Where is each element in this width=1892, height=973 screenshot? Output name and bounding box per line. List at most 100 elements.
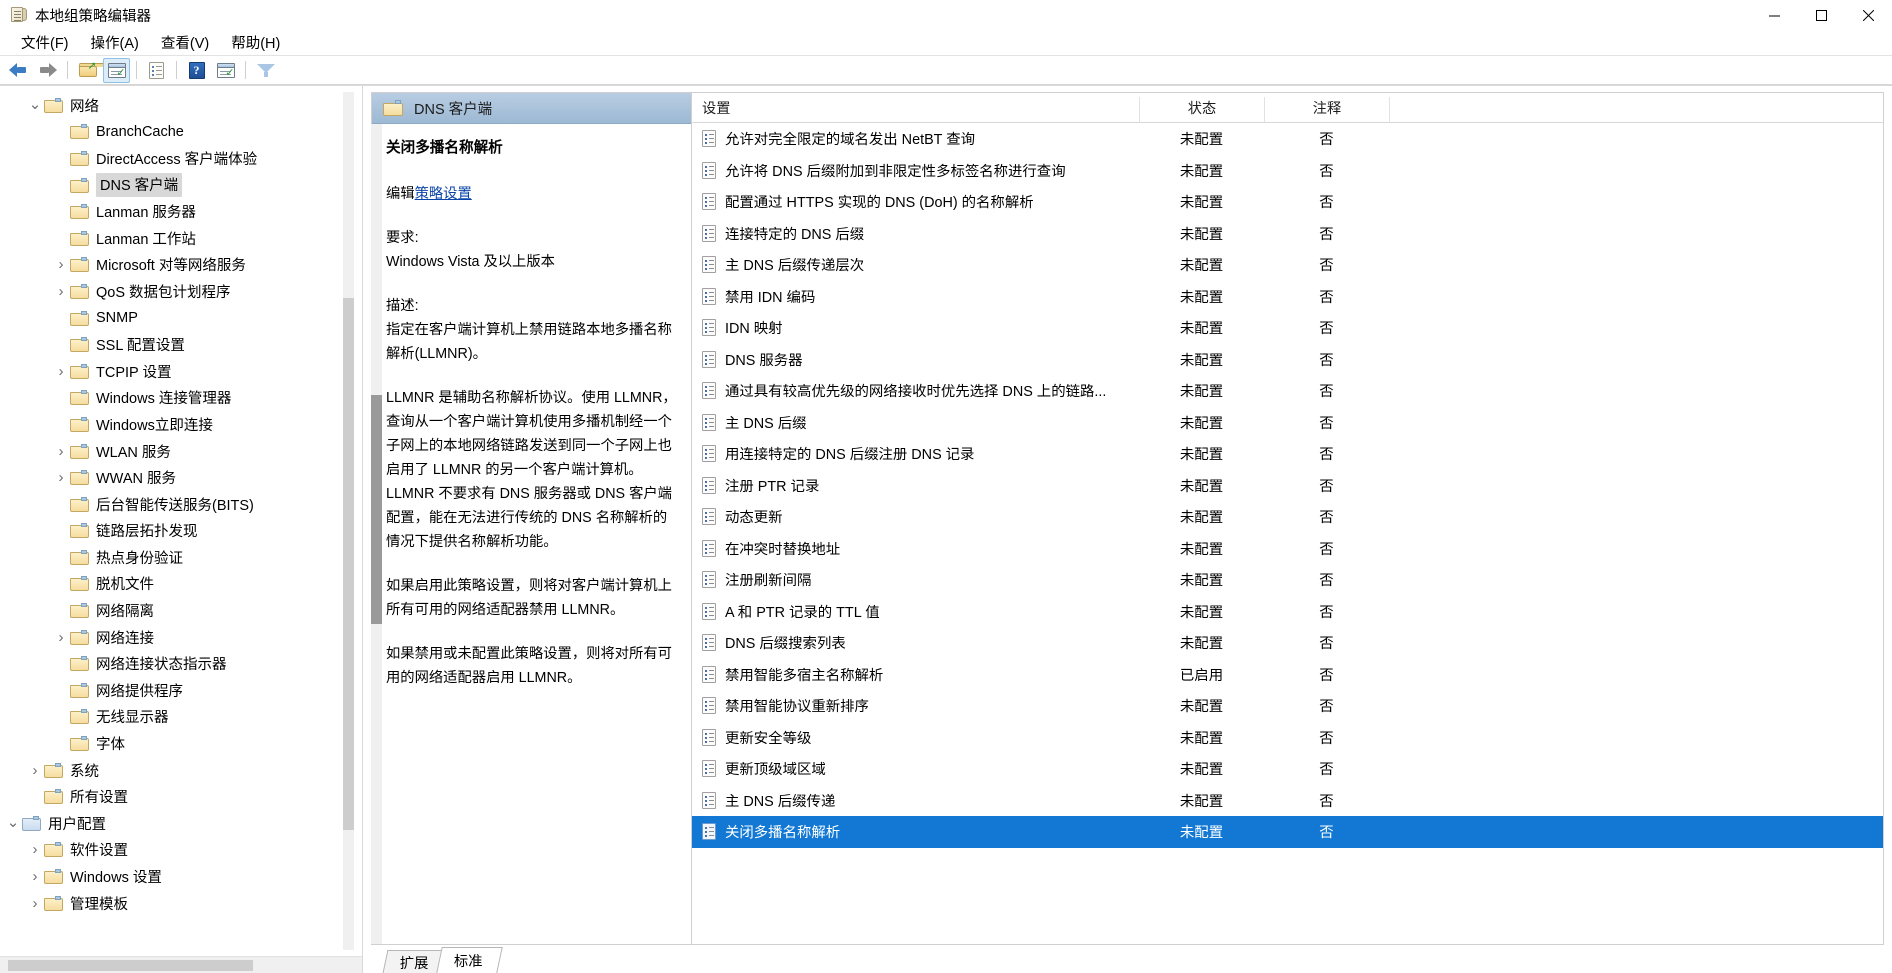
properties-button[interactable] — [143, 58, 170, 83]
tree-item[interactable]: › 网络连接 — [0, 624, 362, 651]
chevron-down-icon[interactable]: ⌄ — [4, 815, 22, 830]
table-row[interactable]: 禁用 IDN 编码 未配置 否 — [692, 281, 1883, 313]
table-row[interactable]: 用连接特定的 DNS 后缀注册 DNS 记录 未配置 否 — [692, 438, 1883, 470]
tree-item[interactable]: SNMP — [0, 305, 362, 332]
chevron-right-icon[interactable]: › — [26, 841, 44, 858]
table-row[interactable]: 允许将 DNS 后缀附加到非限定性多标签名称进行查询 未配置 否 — [692, 155, 1883, 187]
tree-item[interactable]: › Windows 设置 — [0, 863, 362, 890]
table-row[interactable]: IDN 映射 未配置 否 — [692, 312, 1883, 344]
table-row[interactable]: 主 DNS 后缀传递层次 未配置 否 — [692, 249, 1883, 281]
table-row[interactable]: 主 DNS 后缀传递 未配置 否 — [692, 785, 1883, 817]
menu-action[interactable]: 操作(A) — [80, 30, 150, 56]
refresh-view-button[interactable]: ✓ — [212, 58, 239, 83]
tree-item[interactable]: ⌄ 网络 — [0, 92, 362, 119]
forward-arrow-icon — [38, 63, 57, 77]
setting-name-cell: 动态更新 — [692, 506, 1139, 527]
chevron-right-icon[interactable]: › — [26, 868, 44, 885]
menu-help[interactable]: 帮助(H) — [220, 30, 291, 56]
tree-item[interactable]: SSL 配置设置 — [0, 331, 362, 358]
tree-item-label: 网络连接 — [96, 630, 154, 647]
chevron-right-icon[interactable]: › — [52, 283, 70, 300]
table-row[interactable]: 禁用智能多宿主名称解析 已启用 否 — [692, 659, 1883, 691]
table-row[interactable]: 禁用智能协议重新排序 未配置 否 — [692, 690, 1883, 722]
chevron-right-icon[interactable]: › — [52, 256, 70, 273]
table-row[interactable]: 更新顶级域区域 未配置 否 — [692, 753, 1883, 785]
chevron-right-icon[interactable]: › — [52, 469, 70, 486]
column-header-comment[interactable]: 注释 — [1264, 97, 1389, 122]
settings-list-rows[interactable]: 允许对完全限定的域名发出 NetBT 查询 未配置否允许将 DNS 后缀附加到非限… — [692, 123, 1883, 944]
tree-item[interactable]: › Microsoft 对等网络服务 — [0, 252, 362, 279]
tree-item[interactable]: 热点身份验证 — [0, 544, 362, 571]
tree-item[interactable]: ⌄ 用户配置 — [0, 810, 362, 837]
table-row[interactable]: 在冲突时替换地址 未配置 否 — [692, 533, 1883, 565]
tree-item[interactable]: 后台智能传送服务(BITS) — [0, 491, 362, 518]
table-row[interactable]: DNS 后缀搜索列表 未配置 否 — [692, 627, 1883, 659]
table-row[interactable]: A 和 PTR 记录的 TTL 值 未配置 否 — [692, 596, 1883, 628]
tree-item[interactable]: DirectAccess 客户端体验 — [0, 145, 362, 172]
filter-button[interactable] — [252, 58, 279, 83]
details-body: 关闭多播名称解析 编辑策略设置 要求: Windows Vista 及以上版本 … — [372, 124, 691, 944]
tree-item[interactable]: Lanman 服务器 — [0, 198, 362, 225]
show-hide-tree-button[interactable]: ✓ — [103, 57, 130, 83]
tree-item[interactable]: 所有设置 — [0, 783, 362, 810]
table-row[interactable]: 主 DNS 后缀 未配置 否 — [692, 407, 1883, 439]
setting-name-cell: IDN 映射 — [692, 317, 1139, 338]
minimize-button[interactable] — [1751, 0, 1798, 30]
tree-item[interactable]: 无线显示器 — [0, 704, 362, 731]
back-button[interactable] — [5, 58, 32, 83]
table-row[interactable]: 连接特定的 DNS 后缀 未配置 否 — [692, 218, 1883, 250]
setting-name-cell: 禁用 IDN 编码 — [692, 286, 1139, 307]
maximize-button[interactable] — [1798, 0, 1845, 30]
table-row[interactable]: 注册 PTR 记录 未配置 否 — [692, 470, 1883, 502]
chevron-right-icon[interactable]: › — [26, 762, 44, 779]
chevron-right-icon[interactable]: › — [26, 895, 44, 912]
help-button[interactable]: ? — [183, 58, 210, 83]
tree-item[interactable]: › WLAN 服务 — [0, 438, 362, 465]
details-scrollbar-thumb[interactable] — [371, 394, 382, 625]
tree-item[interactable]: › QoS 数据包计划程序 — [0, 278, 362, 305]
up-level-button[interactable]: ➚ — [74, 58, 111, 83]
column-header-setting[interactable]: 设置 — [692, 97, 1139, 122]
console-tree[interactable]: ⌄ 网络 BranchCache DirectAccess 客户端体验 DNS 客户端 L… — [0, 86, 362, 956]
table-row[interactable]: 注册刷新间隔 未配置 否 — [692, 564, 1883, 596]
tree-item[interactable]: BranchCache — [0, 119, 362, 146]
tree-item[interactable]: 链路层拓扑发现 — [0, 518, 362, 545]
tab-standard[interactable]: 标准 — [435, 947, 502, 973]
forward-button[interactable] — [34, 58, 61, 83]
table-row[interactable]: 更新安全等级 未配置 否 — [692, 722, 1883, 754]
close-button[interactable] — [1845, 0, 1892, 30]
tree-item[interactable]: Lanman 工作站 — [0, 225, 362, 252]
chevron-right-icon[interactable]: › — [52, 629, 70, 646]
chevron-down-icon[interactable]: ⌄ — [26, 97, 44, 112]
tree-item[interactable]: 网络提供程序 — [0, 677, 362, 704]
table-row[interactable]: 关闭多播名称解析 未配置 否 — [692, 816, 1883, 848]
tree-item[interactable]: Windows 连接管理器 — [0, 385, 362, 412]
tree-item[interactable]: 脱机文件 — [0, 571, 362, 598]
chevron-right-icon[interactable]: › — [52, 363, 70, 380]
tree-vertical-scrollbar[interactable] — [343, 92, 354, 950]
tree-item[interactable]: › TCPIP 设置 — [0, 358, 362, 385]
menu-view[interactable]: 查看(V) — [150, 30, 220, 56]
tree-item[interactable]: Windows立即连接 — [0, 411, 362, 438]
table-row[interactable]: 动态更新 未配置 否 — [692, 501, 1883, 533]
tree-item[interactable]: › 系统 — [0, 757, 362, 784]
tree-scrollbar-thumb[interactable] — [343, 297, 354, 830]
table-row[interactable]: 允许对完全限定的域名发出 NetBT 查询 未配置 否 — [692, 123, 1883, 155]
tree-item[interactable]: 网络隔离 — [0, 597, 362, 624]
tree-item[interactable]: › 软件设置 — [0, 837, 362, 864]
table-row[interactable]: DNS 服务器 未配置 否 — [692, 344, 1883, 376]
details-vertical-scrollbar[interactable] — [371, 124, 382, 944]
tree-item[interactable]: 网络连接状态指示器 — [0, 650, 362, 677]
table-row[interactable]: 配置通过 HTTPS 实现的 DNS (DoH) 的名称解析 未配置 否 — [692, 186, 1883, 218]
menu-file[interactable]: 文件(F) — [10, 30, 80, 56]
tree-horizontal-scrollbar[interactable] — [0, 956, 362, 973]
column-header-state[interactable]: 状态 — [1139, 97, 1264, 122]
chevron-right-icon[interactable]: › — [52, 443, 70, 460]
tree-item[interactable]: 字体 — [0, 730, 362, 757]
edit-policy-link[interactable]: 策略设置 — [415, 186, 472, 202]
tree-item[interactable]: DNS 客户端 — [0, 172, 362, 199]
tree-item[interactable]: › 管理模板 — [0, 890, 362, 917]
tree-item[interactable]: › WWAN 服务 — [0, 464, 362, 491]
table-row[interactable]: 通过具有较高优先级的网络接收时优先选择 DNS 上的链路... 未配置 否 — [692, 375, 1883, 407]
tree-hscrollbar-thumb[interactable] — [8, 960, 253, 971]
